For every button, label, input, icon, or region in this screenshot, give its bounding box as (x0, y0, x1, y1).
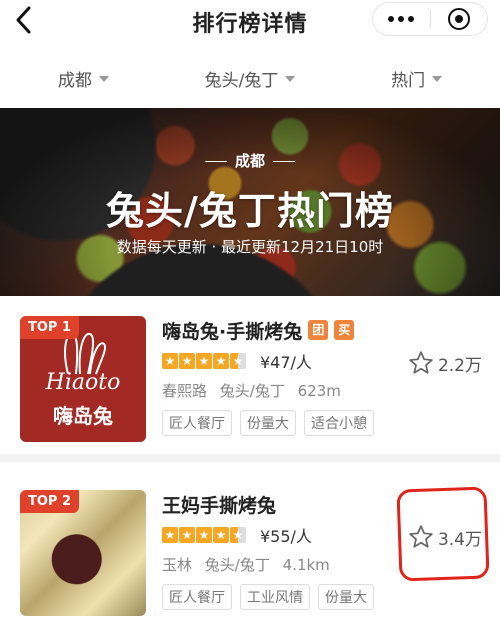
list-item[interactable]: TOP 1 Hiaoto 嗨岛兔 嗨岛兔·手撕烤兔 团 买 ★ ★ ★ ★ ★ … (0, 296, 500, 462)
feature-tags: 匠人餐厅 份量大 适合小憩 (162, 410, 500, 436)
list-item[interactable]: TOP 2 王妈手撕烤兔 ★ ★ ★ ★ ★ ¥55/人 玉林 兔头/兔丁 4.… (0, 470, 500, 633)
feature-tags: 匠人餐厅 工业风情 份量大 (162, 584, 500, 610)
rank-badge: TOP 1 (20, 316, 80, 339)
filter-sort[interactable]: 热门 (333, 58, 500, 98)
star-outline-icon (409, 351, 433, 374)
banner-update-note: 数据每天更新 · 最近更新12月21日10时 (116, 238, 384, 256)
star-icon: ★ (179, 527, 195, 543)
half-star-icon: ★ (230, 527, 246, 543)
favorite-count: 2.2万 (437, 355, 482, 376)
shop-logo-image: TOP 1 Hiaoto 嗨岛兔 (20, 316, 146, 442)
shop-distance: 4.1km (282, 556, 330, 574)
shop-name-text: 王妈手撕烤兔 (162, 494, 277, 517)
shop-meta: 春熙路 兔头/兔丁 623m (162, 380, 500, 402)
filter-city[interactable]: 成都 (0, 58, 167, 98)
ranking-banner: 成都 兔头/兔丁热门榜 数据每天更新 · 最近更新12月21日10时 (0, 108, 500, 296)
avg-price: ¥47/人 (260, 353, 312, 372)
star-icon: ★ (213, 353, 229, 369)
avg-price: ¥55/人 (260, 527, 312, 546)
feature-tag: 工业风情 (240, 584, 310, 610)
filter-city-label: 成都 (57, 70, 92, 91)
top-bar: 排行榜详情 (0, 0, 500, 44)
star-icon: ★ (162, 527, 178, 543)
caret-down-icon (98, 76, 109, 82)
half-star-icon: ★ (230, 353, 246, 369)
red-annotation-circle (396, 486, 490, 582)
banner-city: 成都 (0, 150, 500, 171)
star-rating: ★ ★ ★ ★ ★ (162, 527, 246, 543)
feature-tag: 份量大 (318, 584, 374, 610)
feature-tag: 份量大 (240, 410, 296, 436)
star-rating: ★ ★ ★ ★ ★ (162, 353, 246, 369)
shop-name[interactable]: 嗨岛兔·手撕烤兔 团 买 (162, 316, 500, 344)
star-icon: ★ (213, 527, 229, 543)
star-icon: ★ (179, 353, 195, 369)
target-icon[interactable] (431, 3, 488, 35)
filter-category[interactable]: 兔头/兔丁 (167, 58, 334, 98)
shop-info: 嗨岛兔·手撕烤兔 团 买 ★ ★ ★ ★ ★ ¥47/人 春熙路 兔头/兔丁 6… (162, 316, 500, 436)
feature-tag: 匠人餐厅 (162, 584, 232, 610)
favorite-button[interactable]: 2.2万 (408, 350, 482, 376)
logo-chinese-text: 嗨岛兔 (53, 404, 113, 428)
filter-sort-label: 热门 (391, 70, 426, 91)
filter-category-label: 兔头/兔丁 (204, 70, 279, 91)
shop-category: 兔头/兔丁 (204, 556, 270, 574)
mini-program-capsule (372, 2, 488, 36)
rank-badge: TOP 2 (20, 490, 80, 513)
caret-down-icon (432, 76, 443, 82)
star-icon: ★ (196, 353, 212, 369)
caret-down-icon (285, 76, 296, 82)
shop-distance: 623m (297, 382, 341, 400)
shop-area: 春熙路 (162, 382, 208, 400)
filter-bar: 成都 兔头/兔丁 热门 (0, 58, 500, 98)
feature-tag: 匠人餐厅 (162, 410, 232, 436)
banner-headline: 兔头/兔丁热门榜 (106, 189, 394, 233)
shop-category: 兔头/兔丁 (219, 382, 285, 400)
feature-tag: 适合小憩 (304, 410, 374, 436)
logo-script-text: Hiaoto (45, 370, 121, 395)
buy-badge: 买 (334, 320, 355, 340)
more-dots-icon[interactable] (373, 3, 430, 35)
shop-name-text: 嗨岛兔·手撕烤兔 (162, 320, 303, 343)
star-icon: ★ (196, 527, 212, 543)
shop-food-image: TOP 2 (20, 490, 146, 616)
star-icon: ★ (162, 353, 178, 369)
group-buy-badge: 团 (308, 320, 329, 340)
shop-area: 玉林 (162, 556, 193, 574)
